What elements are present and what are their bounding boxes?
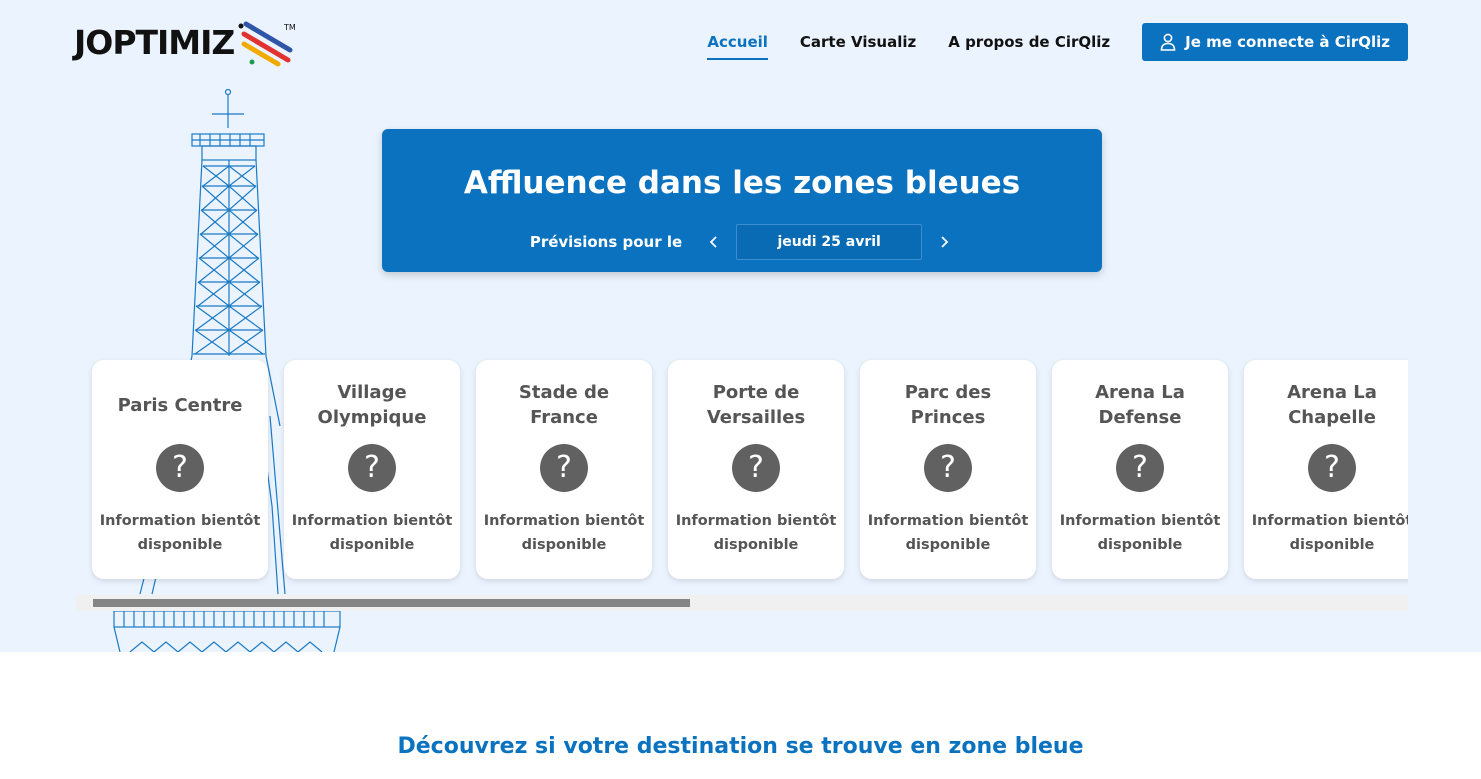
brand-stripes-icon: TM — [238, 21, 296, 67]
zone-name: Porte de Versailles — [706, 382, 806, 428]
date-selector: Prévisions pour le jeudi 25 avril — [382, 224, 1102, 260]
question-mark-icon: ? — [348, 444, 396, 492]
hero-section: JOPTIMIZ TM Accueil Carte Visualiz A pro… — [0, 0, 1481, 652]
forecast-label: Prévisions pour le — [529, 233, 683, 251]
login-button-label: Je me connecte à CirQliz — [1185, 33, 1390, 51]
user-icon — [1160, 33, 1176, 51]
trademark-mark: TM — [283, 23, 296, 32]
date-picker[interactable]: jeudi 25 avril — [736, 224, 923, 260]
scrollbar-thumb[interactable] — [93, 599, 690, 607]
nav-link-a-propos[interactable]: A propos de CirQliz — [948, 25, 1110, 59]
nav-link-carte-visualiz[interactable]: Carte Visualiz — [800, 25, 916, 59]
chevron-right-icon[interactable] — [934, 232, 954, 252]
zone-card[interactable]: Porte de Versailles ? Information bientô… — [668, 360, 844, 579]
zone-name: Stade de France — [518, 382, 610, 428]
zone-name: Arena La Defense — [1095, 382, 1185, 428]
zone-card[interactable]: Parc des Princes ? Information bientôt d… — [860, 360, 1036, 579]
nav-link-accueil[interactable]: Accueil — [707, 25, 768, 60]
banner-title: Affluence dans les zones bleues — [463, 165, 1021, 201]
question-mark-icon: ? — [1116, 444, 1164, 492]
zone-name: Parc des Princes — [904, 382, 992, 428]
question-mark-icon: ? — [540, 444, 588, 492]
zone-info: Information bientôt disponible — [867, 513, 1029, 553]
zone-info: Information bientôt disponible — [291, 513, 453, 553]
discover-heading: Découvrez si votre destination se trouve… — [397, 734, 1084, 759]
zone-name: Arena La Chapelle — [1287, 382, 1377, 428]
question-mark-icon: ? — [1308, 444, 1356, 492]
zone-card[interactable]: Arena La Chapelle ? Information bientôt … — [1244, 360, 1408, 579]
zones-carousel[interactable]: Paris Centre ? Information bientôt dispo… — [84, 352, 1408, 592]
zone-name: Paris Centre — [117, 394, 243, 416]
forecast-banner: Affluence dans les zones bleues Prévisio… — [382, 129, 1102, 272]
zone-card[interactable]: Stade de France ? Information bientôt di… — [476, 360, 652, 579]
brand-logo[interactable]: JOPTIMIZ TM — [74, 16, 300, 68]
question-mark-icon: ? — [732, 444, 780, 492]
carousel-scrollbar[interactable] — [76, 595, 1408, 611]
login-button[interactable]: Je me connecte à CirQliz — [1142, 23, 1408, 61]
question-mark-icon: ? — [156, 444, 204, 492]
zone-info: Information bientôt disponible — [99, 513, 261, 553]
zone-info: Information bientôt disponible — [675, 513, 837, 553]
zone-card[interactable]: Arena La Defense ? Information bientôt d… — [1052, 360, 1228, 579]
question-mark-icon: ? — [924, 444, 972, 492]
main-nav: Accueil Carte Visualiz A propos de CirQl… — [707, 0, 1408, 84]
zone-info: Information bientôt disponible — [1251, 513, 1408, 553]
chevron-left-icon[interactable] — [704, 232, 724, 252]
brand-name: JOPTIMIZ — [74, 22, 235, 62]
zone-card-list: Paris Centre ? Information bientôt dispo… — [92, 360, 1408, 579]
zone-name: Village Olympique — [317, 382, 427, 428]
zone-info: Information bientôt disponible — [1059, 513, 1221, 553]
zone-info: Information bientôt disponible — [483, 513, 645, 553]
zone-card[interactable]: Village Olympique ? Information bientôt … — [284, 360, 460, 579]
zone-card[interactable]: Paris Centre ? Information bientôt dispo… — [92, 360, 268, 579]
